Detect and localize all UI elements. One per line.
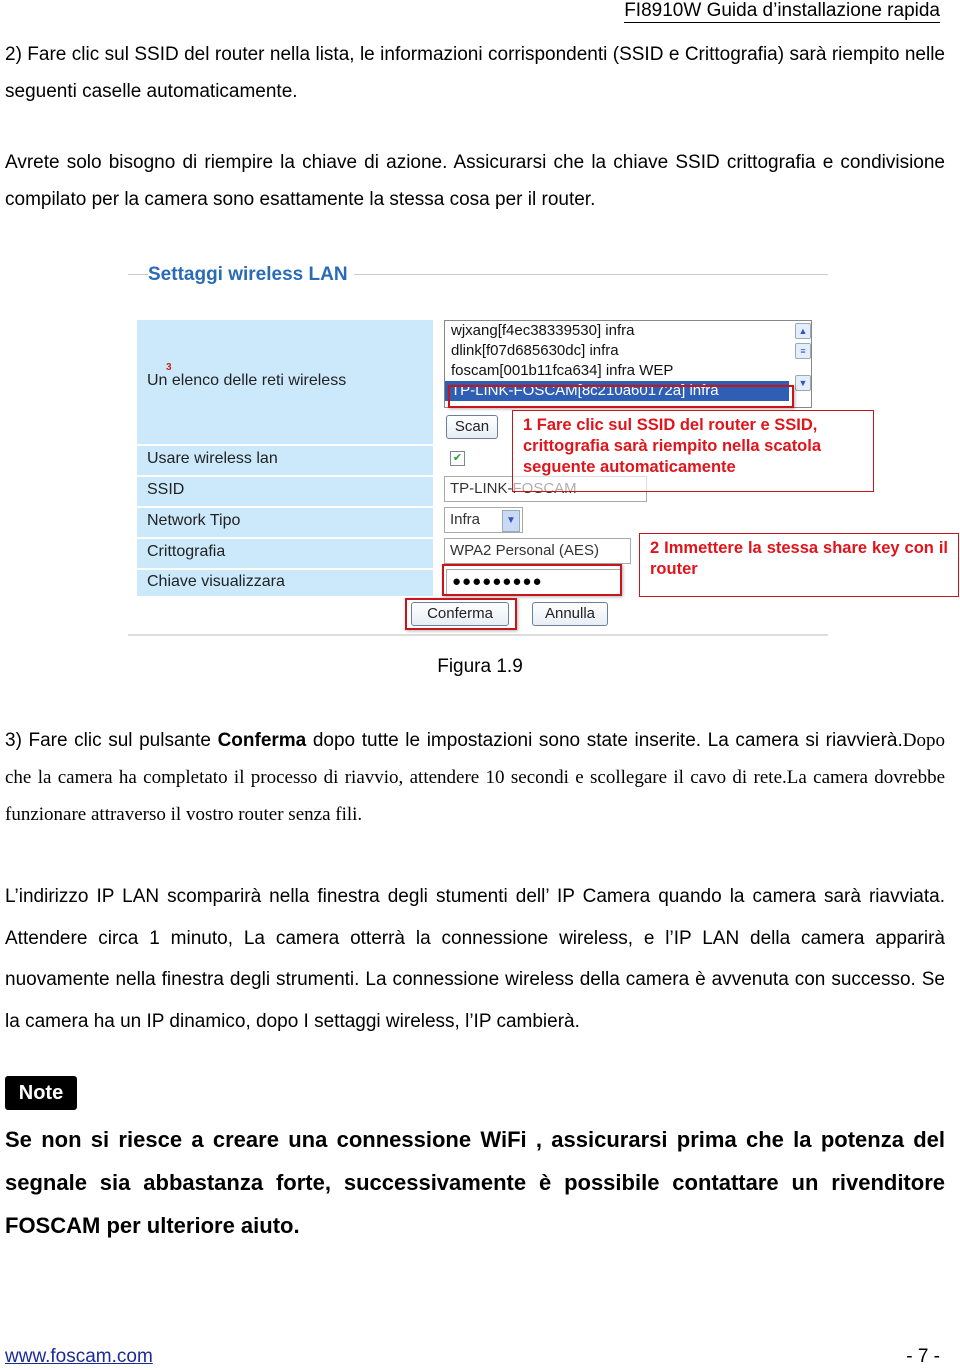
- label-network-type: Network Tipo: [147, 512, 241, 529]
- cancel-button[interactable]: Annulla: [532, 602, 608, 626]
- label-use-wireless: Usare wireless lan: [147, 450, 278, 467]
- paragraph-step-2: 2) Fare clic sul SSID del router nella l…: [5, 44, 945, 102]
- scroll-thumb-icon[interactable]: ≡: [795, 343, 811, 359]
- encryption-select[interactable]: WPA2 Personal (AES): [444, 538, 631, 564]
- confirm-emphasis: Conferma: [217, 730, 307, 751]
- label-ssid: SSID: [147, 481, 185, 498]
- step-3-text-cont: dopo tutte le impostazioni sono state in…: [306, 730, 903, 751]
- listbox-scrollbar[interactable]: ▲ ≡ ▼: [795, 323, 811, 403]
- step-3-text: 3) Fare clic sul pulsante: [5, 730, 218, 751]
- note-text: Se non si riesce a creare una connession…: [5, 1127, 945, 1238]
- network-type-select[interactable]: Infra ▼: [444, 507, 523, 533]
- network-item[interactable]: foscam[001b11fca634] infra WEP: [445, 361, 811, 381]
- note-badge: Note: [5, 1076, 77, 1110]
- paragraph-ip-info: L’indirizzo IP LAN scomparirà nella fine…: [5, 886, 945, 1032]
- network-item[interactable]: dlink[f07d685630dc] infra: [445, 341, 811, 361]
- chevron-down-icon[interactable]: ▼: [502, 510, 520, 532]
- figure-caption: Figura 1.9: [437, 656, 523, 677]
- callout-step-2: 2 Immettere la stessa share key con il r…: [639, 533, 959, 597]
- scroll-up-icon[interactable]: ▲: [795, 323, 811, 339]
- scan-button[interactable]: Scan: [446, 415, 498, 439]
- confirm-highlight: [405, 598, 517, 630]
- step-marker: 3: [166, 362, 172, 373]
- label-encryption: Crittografia: [147, 543, 226, 560]
- callout-step-1: 1 Fare clic sul SSID del router e SSID, …: [512, 410, 874, 492]
- label-key: Chiave visualizzara: [147, 573, 285, 590]
- selected-network-highlight: [448, 385, 794, 408]
- share-key-highlight: [442, 564, 622, 596]
- label-network-list: Un elenco delle reti wireless: [147, 372, 347, 389]
- wireless-settings-figure: Settaggi wireless LAN Un elenco delle re…: [128, 258, 959, 638]
- network-item[interactable]: wjxang[f4ec38339530] infra: [445, 321, 811, 341]
- page-number: - 7 -: [906, 1346, 940, 1367]
- paragraph-key-note: Avrete solo bisogno di riempire la chiav…: [5, 152, 945, 210]
- network-type-value: Infra: [450, 511, 481, 528]
- paragraph-step-3: 3) Fare clic sul pulsante Conferma dopo …: [5, 722, 945, 833]
- fieldset-bottom-border: [128, 634, 828, 636]
- label-column: Un elenco delle reti wireless Usare wire…: [137, 320, 433, 596]
- document-header: FI8910W Guida d’installazione rapida: [624, 0, 940, 23]
- scroll-down-icon[interactable]: ▼: [795, 375, 811, 391]
- use-wireless-checkbox[interactable]: ✔: [450, 451, 465, 466]
- website-link[interactable]: www.foscam.com: [5, 1346, 153, 1368]
- figure-title: Settaggi wireless LAN: [148, 264, 354, 286]
